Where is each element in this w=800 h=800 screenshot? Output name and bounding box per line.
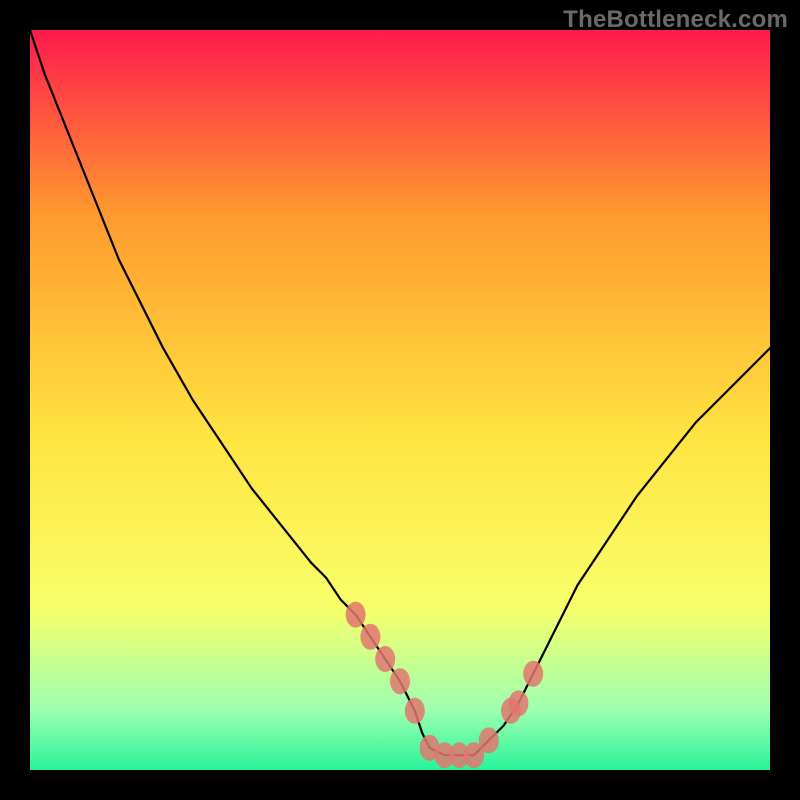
marker-dot xyxy=(360,624,380,650)
watermark-text: TheBottleneck.com xyxy=(563,6,788,34)
marker-dot xyxy=(375,646,395,672)
marker-dot xyxy=(479,727,499,753)
chart-frame: TheBottleneck.com xyxy=(0,0,800,800)
plot-area xyxy=(30,30,770,770)
marker-dot xyxy=(405,698,425,724)
marker-dot xyxy=(508,690,528,716)
marker-dot xyxy=(390,668,410,694)
marker-dot xyxy=(346,602,366,628)
marker-dot xyxy=(523,661,543,687)
chart-svg xyxy=(30,30,770,770)
gradient-background xyxy=(30,30,770,770)
